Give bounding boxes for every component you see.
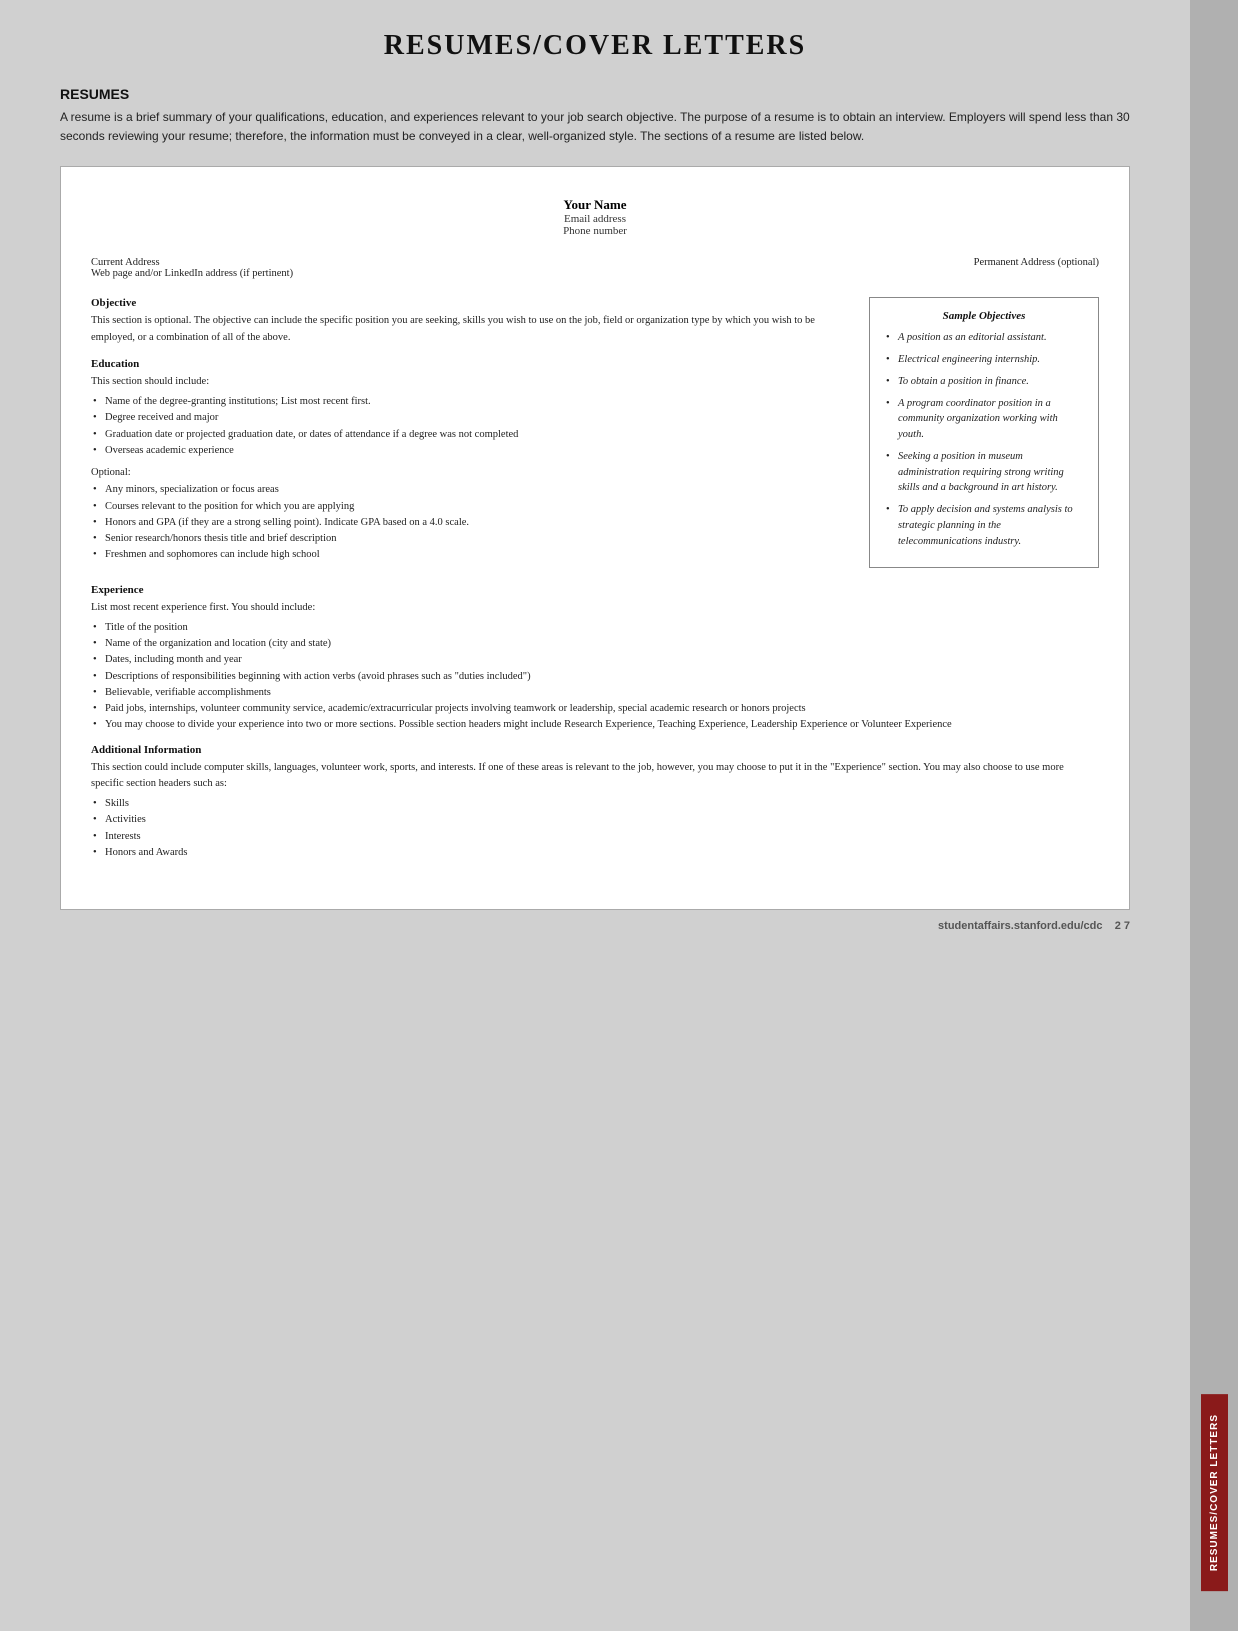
add-bullet-2: Activities (91, 812, 1099, 828)
additional-section: Additional Information This section coul… (91, 744, 1099, 862)
page-title: RESUMES/COVER LETTERS (60, 30, 1130, 62)
objective-title: Objective (91, 297, 849, 309)
intro-paragraph: A resume is a brief summary of your qual… (60, 108, 1130, 146)
opt-bullet-5: Freshmen and sophomores can include high… (91, 547, 849, 563)
education-intro: This section should include: (91, 374, 849, 390)
email-line: Email address (91, 213, 1099, 225)
exp-bullet-6: Paid jobs, internships, volunteer commun… (91, 701, 1099, 717)
experience-bullets-list: Title of the position Name of the organi… (91, 620, 1099, 734)
web-address: Web page and/or LinkedIn address (if per… (91, 268, 293, 279)
objective-left: Objective This section is optional. The … (91, 297, 849, 571)
sample-obj-2: Electrical engineering internship. (884, 352, 1084, 368)
sidebar-tab: RESUMES/COVER LETTERS (1201, 1394, 1228, 1591)
experience-section: Experience List most recent experience f… (91, 584, 1099, 734)
right-sidebar: RESUMES/COVER LETTERS (1190, 0, 1238, 1631)
footer: studentaffairs.stanford.edu/cdc 2 7 (60, 920, 1130, 932)
exp-bullet-4: Descriptions of responsibilities beginni… (91, 669, 1099, 685)
address-row: Current Address Web page and/or LinkedIn… (91, 257, 1099, 279)
additional-text: This section could include computer skil… (91, 760, 1099, 793)
objective-section: Objective This section is optional. The … (91, 297, 1099, 571)
edu-bullet-4: Overseas academic experience (91, 443, 849, 459)
sample-objectives-box: Sample Objectives A position as an edito… (869, 297, 1099, 568)
sample-objectives-title: Sample Objectives (884, 310, 1084, 322)
exp-bullet-1: Title of the position (91, 620, 1099, 636)
experience-intro: List most recent experience first. You s… (91, 600, 1099, 616)
additional-bullets-list: Skills Activities Interests Honors and A… (91, 796, 1099, 861)
education-title: Education (91, 358, 849, 370)
edu-bullet-3: Graduation date or projected graduation … (91, 427, 849, 443)
add-bullet-1: Skills (91, 796, 1099, 812)
resumes-heading: RESUMES (60, 86, 1130, 102)
experience-title: Experience (91, 584, 1099, 596)
opt-bullet-2: Courses relevant to the position for whi… (91, 499, 849, 515)
edu-bullet-1: Name of the degree-granting institutions… (91, 394, 849, 410)
additional-title: Additional Information (91, 744, 1099, 756)
sample-objectives-list: A position as an editorial assistant. El… (884, 330, 1084, 549)
footer-page: 2 7 (1115, 920, 1130, 932)
footer-url: studentaffairs.stanford.edu/cdc (938, 920, 1102, 932)
optional-label: Optional: (91, 467, 849, 478)
optional-bullets-list: Any minors, specialization or focus area… (91, 482, 849, 563)
add-bullet-3: Interests (91, 829, 1099, 845)
sample-obj-4: A program coordinator position in a comm… (884, 396, 1084, 443)
sample-obj-5: Seeking a position in museum administrat… (884, 449, 1084, 496)
sample-objectives-col: Sample Objectives A position as an edito… (869, 297, 1099, 571)
your-name: Your Name (91, 197, 1099, 213)
name-block: Your Name Email address Phone number (91, 197, 1099, 237)
exp-bullet-5: Believable, verifiable accomplishments (91, 685, 1099, 701)
opt-bullet-1: Any minors, specialization or focus area… (91, 482, 849, 498)
opt-bullet-4: Senior research/honors thesis title and … (91, 531, 849, 547)
permanent-address: Permanent Address (optional) (974, 257, 1099, 279)
exp-bullet-7: You may choose to divide your experience… (91, 717, 1099, 733)
objective-text: This section is optional. The objective … (91, 313, 849, 346)
opt-bullet-3: Honors and GPA (if they are a strong sel… (91, 515, 849, 531)
phone-line: Phone number (91, 225, 1099, 237)
education-bullets-list: Name of the degree-granting institutions… (91, 394, 849, 459)
sample-obj-3: To obtain a position in finance. (884, 374, 1084, 390)
resume-document: Your Name Email address Phone number Cur… (60, 166, 1130, 910)
edu-bullet-2: Degree received and major (91, 410, 849, 426)
sample-obj-1: A position as an editorial assistant. (884, 330, 1084, 346)
add-bullet-4: Honors and Awards (91, 845, 1099, 861)
exp-bullet-2: Name of the organization and location (c… (91, 636, 1099, 652)
current-address: Current Address (91, 257, 293, 268)
address-left: Current Address Web page and/or LinkedIn… (91, 257, 293, 279)
exp-bullet-3: Dates, including month and year (91, 652, 1099, 668)
sample-obj-6: To apply decision and systems analysis t… (884, 502, 1084, 549)
